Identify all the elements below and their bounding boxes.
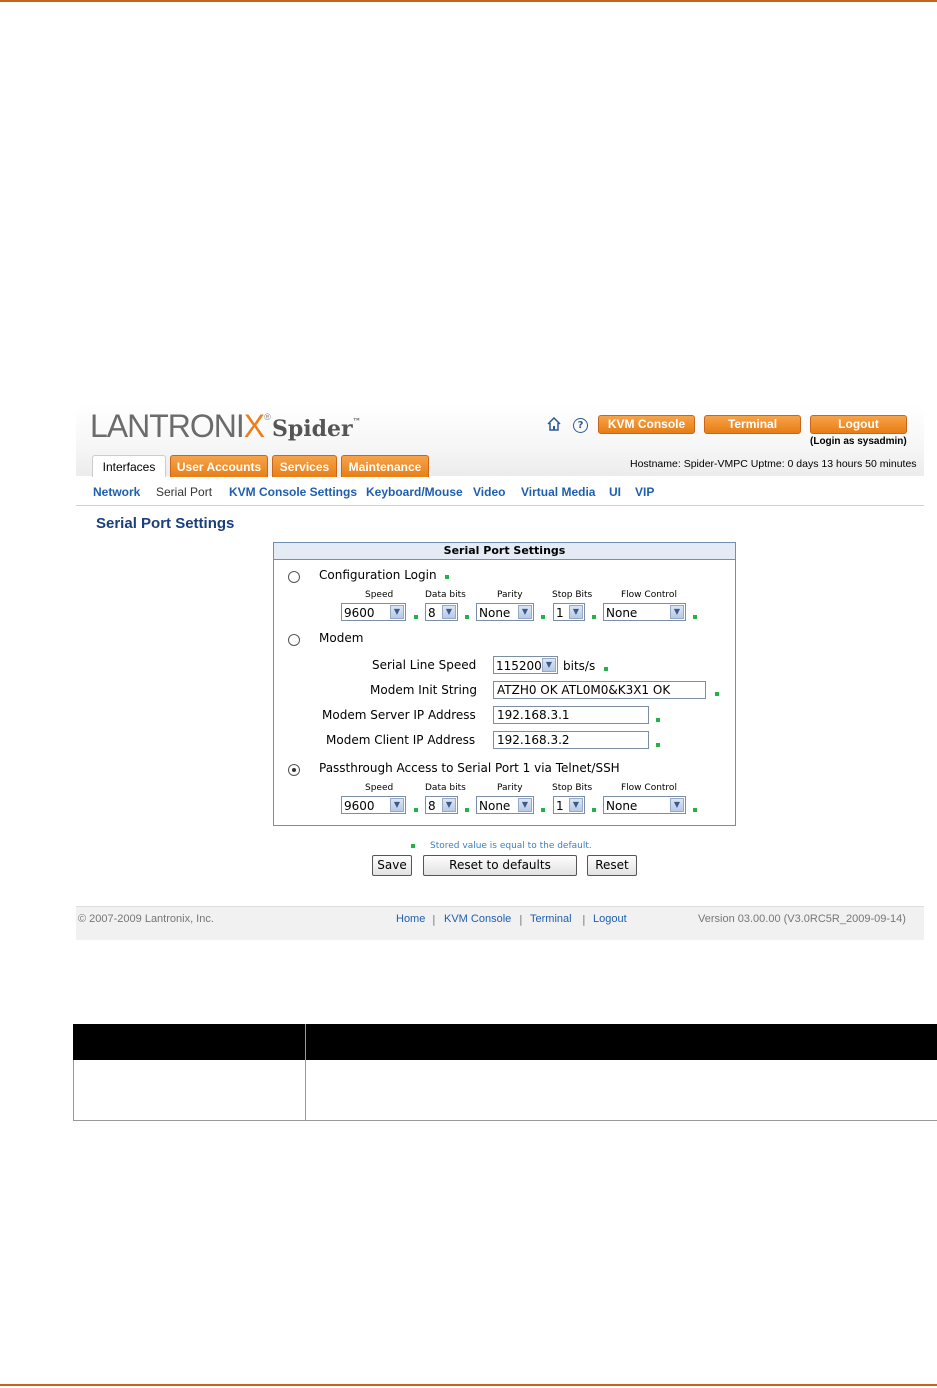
modem-radio[interactable]: [288, 634, 300, 646]
subnav-keyboard-mouse[interactable]: Keyboard/Mouse: [366, 485, 463, 499]
tab-services[interactable]: Services: [272, 455, 337, 478]
table-column-divider: [305, 1024, 306, 1121]
parameter-table: [73, 1024, 937, 1121]
header-bar: LANTRONIX® Spider™ ? KVM Console Termina…: [76, 404, 924, 479]
server-ip-label: Modem Server IP Address: [322, 708, 476, 722]
parity-col-label: Parity: [497, 783, 523, 793]
default-marker: [592, 615, 596, 619]
footer-separator: |: [519, 913, 523, 926]
client-ip-input[interactable]: 192.168.3.2: [493, 731, 649, 749]
pass-parity-select[interactable]: None ▼: [476, 796, 534, 814]
default-marker: [414, 808, 418, 812]
footer-separator: |: [582, 913, 586, 926]
tab-user-accounts[interactable]: User Accounts: [170, 455, 268, 478]
home-icon[interactable]: [546, 416, 562, 433]
default-marker: [656, 718, 660, 722]
stopbits-col-label: Stop Bits: [552, 783, 593, 793]
subnav-virtual-media[interactable]: Virtual Media: [521, 485, 595, 499]
subnav-kvm-console-settings[interactable]: KVM Console Settings: [229, 485, 357, 499]
terminal-button[interactable]: Terminal: [704, 415, 801, 434]
web-ui-screenshot: LANTRONIX® Spider™ ? KVM Console Termina…: [76, 404, 924, 940]
serial-line-speed-select[interactable]: 115200 ▼: [493, 656, 558, 674]
passthrough-label: Passthrough Access to Serial Port 1 via …: [319, 761, 620, 775]
serial-port-settings-panel: Serial Port Settings Configuration Login…: [273, 542, 736, 826]
footer-separator: |: [432, 913, 436, 926]
sub-navigation: Network Serial Port KVM Console Settings…: [76, 477, 924, 506]
footer-link-logout[interactable]: Logout: [593, 913, 627, 925]
page-title: Serial Port Settings: [96, 515, 235, 532]
table-header: [73, 1024, 937, 1060]
client-ip-label: Modem Client IP Address: [326, 733, 476, 747]
spider-logo: Spider™: [272, 416, 361, 442]
tab-maintenance[interactable]: Maintenance: [341, 455, 429, 478]
bits-unit: bits/s: [563, 659, 596, 673]
speed-col-label: Speed: [365, 783, 394, 793]
default-marker: [465, 808, 469, 812]
config-stopbits-select[interactable]: 1 ▼: [553, 603, 585, 621]
legend-marker: [411, 844, 415, 848]
default-marker: [693, 808, 697, 812]
config-speed-select[interactable]: 9600 ▼: [341, 603, 406, 621]
footer-link-kvm-console[interactable]: KVM Console: [444, 913, 511, 925]
init-string-input[interactable]: ATZH0 OK ATL0M0&K3X1 OK: [493, 681, 706, 699]
default-marker: [445, 575, 449, 579]
modem-label: Modem: [319, 631, 364, 645]
lantronix-logo: LANTRONIX®: [90, 408, 271, 444]
subnav-network[interactable]: Network: [93, 485, 140, 499]
pass-speed-select[interactable]: 9600 ▼: [341, 796, 406, 814]
bottom-rule: [0, 1384, 937, 1386]
serial-line-speed-label: Serial Line Speed: [372, 658, 477, 672]
login-status: (Login as sysadmin): [810, 436, 907, 447]
top-rule: [0, 0, 937, 2]
default-marker: [541, 808, 545, 812]
copyright: © 2007-2009 Lantronix, Inc.: [78, 913, 214, 925]
flow-col-label: Flow Control: [621, 783, 677, 793]
default-marker: [604, 667, 608, 671]
pass-flow-select[interactable]: None ▼: [603, 796, 686, 814]
footer-link-home[interactable]: Home: [396, 913, 425, 925]
subnav-video[interactable]: Video: [473, 485, 505, 499]
init-string-label: Modem Init String: [370, 683, 478, 697]
version-info: Version 03.00.00 (V3.0RC5R_2009-09-14): [698, 913, 906, 925]
default-marker: [465, 615, 469, 619]
config-parity-select[interactable]: None ▼: [476, 603, 534, 621]
config-databits-select[interactable]: 8 ▼: [425, 603, 458, 621]
kvm-console-button[interactable]: KVM Console: [598, 415, 695, 434]
footer-link-terminal[interactable]: Terminal: [530, 913, 572, 925]
footer: © 2007-2009 Lantronix, Inc. Home | KVM C…: [76, 906, 924, 940]
host-info: Hostname: Spider-VMPC Uptme: 0 days 13 h…: [630, 458, 917, 470]
subnav-ui[interactable]: UI: [609, 485, 621, 499]
passthrough-radio[interactable]: [288, 764, 300, 776]
reset-defaults-button[interactable]: Reset to defaults: [423, 855, 577, 876]
flow-col-label: Flow Control: [621, 590, 677, 600]
default-marker: [656, 743, 660, 747]
subnav-vip[interactable]: VIP: [635, 485, 654, 499]
config-login-radio[interactable]: [288, 571, 300, 583]
pass-stopbits-select[interactable]: 1 ▼: [553, 796, 585, 814]
default-marker: [693, 615, 697, 619]
pass-databits-select[interactable]: 8 ▼: [425, 796, 458, 814]
panel-title: Serial Port Settings: [274, 543, 735, 560]
tab-interfaces[interactable]: Interfaces: [92, 455, 166, 479]
config-login-label: Configuration Login: [319, 568, 437, 582]
default-marker: [715, 692, 719, 696]
default-legend: Stored value is equal to the default.: [430, 841, 592, 851]
config-flow-select[interactable]: None ▼: [603, 603, 686, 621]
subnav-serial-port[interactable]: Serial Port: [156, 485, 212, 499]
databits-col-label: Data bits: [425, 783, 466, 793]
logout-button[interactable]: Logout: [810, 415, 907, 434]
default-marker: [414, 615, 418, 619]
help-icon[interactable]: ?: [573, 418, 588, 433]
stopbits-col-label: Stop Bits: [552, 590, 593, 600]
table-row: [73, 1060, 937, 1121]
parity-col-label: Parity: [497, 590, 523, 600]
save-button[interactable]: Save: [372, 855, 412, 876]
server-ip-input[interactable]: 192.168.3.1: [493, 706, 649, 724]
speed-col-label: Speed: [365, 590, 394, 600]
default-marker: [541, 615, 545, 619]
default-marker: [592, 808, 596, 812]
databits-col-label: Data bits: [425, 590, 466, 600]
reset-button[interactable]: Reset: [587, 855, 637, 876]
